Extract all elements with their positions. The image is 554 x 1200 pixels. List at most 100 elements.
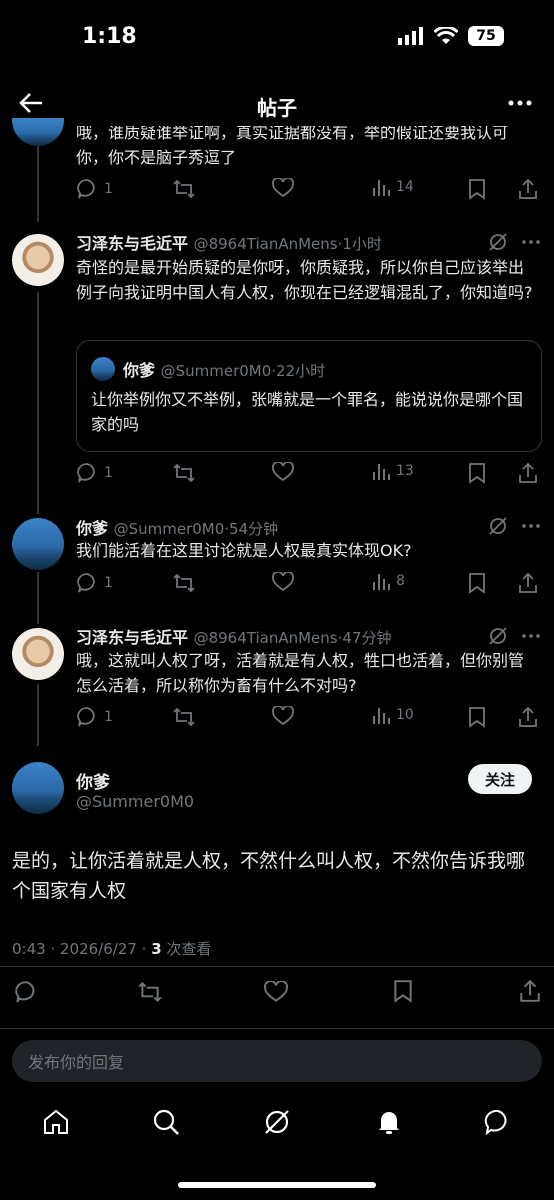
grok-icon[interactable] xyxy=(488,516,508,536)
main-actions xyxy=(0,978,554,1006)
home-icon[interactable] xyxy=(42,1108,70,1136)
bookmark-icon xyxy=(469,707,485,728)
main-author-name: 你爹 xyxy=(76,773,110,793)
share-button[interactable] xyxy=(518,572,538,594)
reply-icon xyxy=(77,463,95,483)
share-button[interactable] xyxy=(518,178,538,200)
views-button[interactable]: 8 xyxy=(372,572,405,590)
like-button[interactable] xyxy=(272,178,294,198)
views-icon xyxy=(373,464,390,480)
like-button[interactable] xyxy=(272,706,294,726)
share-icon[interactable] xyxy=(519,979,541,1003)
wifi-icon xyxy=(434,27,458,44)
heart-icon xyxy=(272,462,294,482)
bookmark-button[interactable] xyxy=(468,178,486,200)
more-icon[interactable] xyxy=(522,240,540,244)
heart-icon xyxy=(272,706,294,726)
grok-icon[interactable] xyxy=(488,626,508,646)
avatar[interactable] xyxy=(12,628,64,680)
more-icon xyxy=(508,100,532,106)
reply-icon xyxy=(77,573,95,593)
status-time: 1:18 xyxy=(82,24,137,49)
home-indicator xyxy=(178,1182,376,1188)
quote-author: 你爹 @Summer0M0·22小时 xyxy=(123,361,326,380)
reply-button[interactable]: 1 xyxy=(76,462,113,484)
post-text: 哦，这就叫人权了呀，活着就是有人权，牲口也活着，但你别管怎么活着，所以称你为畜有… xyxy=(76,651,525,695)
reply-button[interactable]: 1 xyxy=(76,706,113,728)
avatar xyxy=(91,357,115,381)
divider xyxy=(0,966,554,967)
share-icon xyxy=(519,572,537,593)
signal-icon xyxy=(398,27,423,45)
repost-button[interactable] xyxy=(172,706,196,728)
thread-line xyxy=(37,684,39,746)
post-text: 奇怪的是最开始质疑的是你呀，你质疑我，所以你自己应该举出例子向我证明中国人有人权… xyxy=(76,258,533,302)
reply-count: 1 xyxy=(104,181,113,197)
share-icon xyxy=(519,178,537,199)
post-meta: 0:43 · 2026/6/27 · 3 次查看 xyxy=(12,940,212,958)
more-icon[interactable] xyxy=(522,634,540,638)
grok-icon[interactable] xyxy=(488,232,508,252)
bookmark-icon[interactable] xyxy=(393,979,413,1003)
views-button[interactable]: 14 xyxy=(372,178,414,196)
post-text: 哦，谁质疑谁举证啊，真实证据都没有，举的假证还要我认可你，你不是脑子秀逗了 xyxy=(76,123,509,167)
bookmark-icon xyxy=(469,179,485,200)
like-button[interactable] xyxy=(272,572,294,592)
views-button[interactable]: 13 xyxy=(372,462,414,480)
bookmark-button[interactable] xyxy=(468,462,486,484)
repost-button[interactable] xyxy=(172,572,196,594)
quoted-post[interactable]: 你爹 @Summer0M0·22小时 让你举例你又不举例，张嘴就是一个罪名，能说… xyxy=(76,340,542,452)
more-options-button[interactable] xyxy=(508,100,532,106)
repost-icon xyxy=(173,179,195,199)
heart-icon xyxy=(272,178,294,198)
reply-count: 1 xyxy=(104,575,113,591)
reply-icon[interactable] xyxy=(14,980,38,1004)
share-button[interactable] xyxy=(518,706,538,728)
post-text: 我们能活着在这里讨论就是人权最真实体现OK? xyxy=(76,541,412,560)
main-post-text: 是的，让你活着就是人权，不然什么叫人权，不然你告诉我哪个国家有人权 xyxy=(12,850,526,902)
views-count: 10 xyxy=(396,707,414,723)
repost-icon[interactable] xyxy=(137,980,163,1004)
divider xyxy=(0,1028,554,1029)
like-button[interactable] xyxy=(272,462,294,482)
share-icon xyxy=(519,462,537,483)
follow-button[interactable]: 关注 xyxy=(468,764,532,794)
notifications-icon[interactable] xyxy=(375,1108,403,1136)
avatar[interactable] xyxy=(12,234,64,286)
bookmark-button[interactable] xyxy=(468,572,486,594)
repost-icon xyxy=(173,707,195,727)
reply-button[interactable]: 1 xyxy=(76,178,113,200)
quote-text: 让你举例你又不举例，张嘴就是一个罪名，能说说你是哪个国家的吗 xyxy=(91,390,524,434)
bookmark-icon xyxy=(469,463,485,484)
bookmark-button[interactable] xyxy=(468,706,486,728)
repost-icon xyxy=(173,573,195,593)
views-count: 8 xyxy=(396,573,405,589)
search-icon[interactable] xyxy=(152,1108,180,1136)
heart-icon xyxy=(272,572,294,592)
views-button[interactable]: 10 xyxy=(372,706,414,724)
messages-icon[interactable] xyxy=(484,1108,512,1136)
post-actions: 1 10 xyxy=(76,706,542,730)
avatar[interactable] xyxy=(12,518,64,570)
more-icon[interactable] xyxy=(522,524,540,528)
thread-line xyxy=(37,292,39,514)
reply-count: 1 xyxy=(104,465,113,481)
avatar[interactable] xyxy=(12,762,64,814)
repost-button[interactable] xyxy=(172,462,196,484)
repost-button[interactable] xyxy=(172,178,196,200)
main-author-handle: @Summer0M0 xyxy=(76,792,195,811)
page-title: 帖子 xyxy=(257,96,297,120)
reply-input[interactable]: 发布你的回复 xyxy=(12,1040,542,1082)
post-author: 习泽东与毛近平 @8964TianAnMens·1小时 xyxy=(76,234,382,253)
grok-icon[interactable] xyxy=(263,1108,291,1136)
views-count: 14 xyxy=(396,179,414,195)
share-button[interactable] xyxy=(518,462,538,484)
post-author: 习泽东与毛近平 @8964TianAnMens·47分钟 xyxy=(76,628,392,647)
heart-icon[interactable] xyxy=(264,981,288,1003)
post-actions: 1 13 xyxy=(76,462,542,486)
views-icon xyxy=(373,574,390,590)
avatar[interactable] xyxy=(12,118,64,146)
bookmark-icon xyxy=(469,573,485,594)
views-count: 13 xyxy=(396,463,414,479)
reply-button[interactable]: 1 xyxy=(76,572,113,594)
